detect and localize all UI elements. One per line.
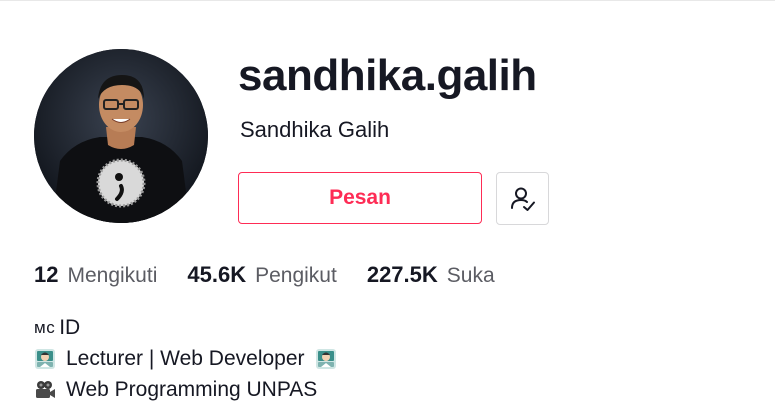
user-check-icon xyxy=(510,187,535,211)
bio: ᴍᴄ ID Lecturer | Web Developer Web Progr… xyxy=(34,312,337,405)
bio-line-1-text: ID xyxy=(59,316,81,339)
bio-line-3-text: Web Programming UNPAS xyxy=(66,378,318,401)
stat-following[interactable]: 12 Mengikuti xyxy=(34,262,157,288)
bio-prefix: ᴍᴄ xyxy=(34,318,56,337)
stat-following-count: 12 xyxy=(34,262,59,287)
technologist-icon xyxy=(35,348,55,369)
bio-line-2-text: Lecturer | Web Developer xyxy=(66,347,305,370)
technologist-icon xyxy=(315,348,336,369)
avatar[interactable] xyxy=(34,49,208,223)
following-button[interactable] xyxy=(496,172,549,225)
bio-line-2: Lecturer | Web Developer xyxy=(34,343,337,374)
stat-followers-count: 45.6K xyxy=(187,262,247,287)
stat-followers[interactable]: 45.6K Pengikut xyxy=(187,262,336,288)
stat-followers-label: Pengikut xyxy=(255,264,337,287)
bio-line-1: ᴍᴄ ID xyxy=(34,312,337,343)
bio-line-3: Web Programming UNPAS xyxy=(34,374,337,405)
avatar-photo xyxy=(34,49,208,223)
stat-likes: 227.5K Suka xyxy=(367,262,495,288)
movie-camera-icon xyxy=(36,380,55,398)
stat-likes-label: Suka xyxy=(446,264,495,287)
top-divider xyxy=(0,0,775,1)
profile-stats: 12 Mengikuti 45.6K Pengikut 227.5K Suka xyxy=(34,262,525,292)
stat-following-label: Mengikuti xyxy=(67,264,158,287)
username: sandhika.galih xyxy=(238,51,537,100)
message-button[interactable]: Pesan xyxy=(238,172,482,224)
display-name: Sandhika Galih xyxy=(240,117,390,142)
stat-likes-count: 227.5K xyxy=(366,262,438,287)
